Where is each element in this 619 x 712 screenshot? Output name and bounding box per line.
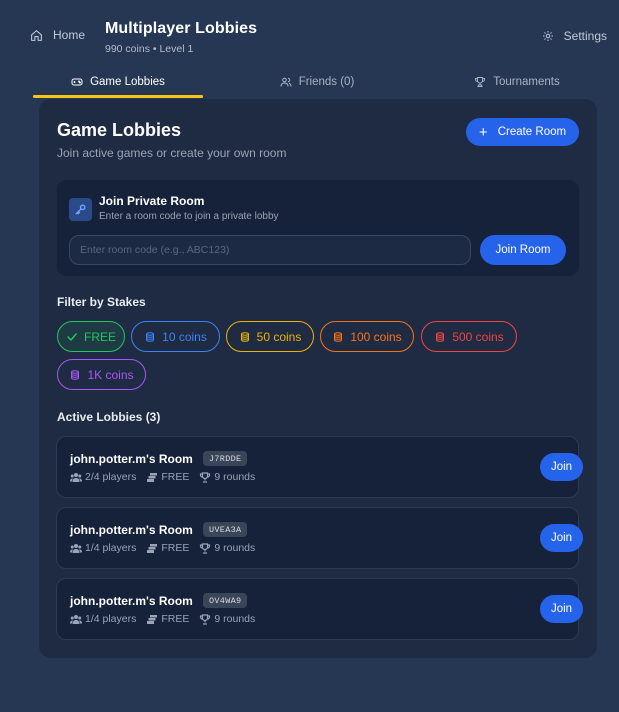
players-count: 1/4 players	[70, 613, 136, 625]
room-code-badge: UVEA3A	[203, 522, 248, 537]
rounds-text: 9 rounds	[214, 542, 256, 554]
chip-label: 10 coins	[162, 329, 207, 344]
players-text: 1/4 players	[85, 542, 137, 554]
private-room-subtitle: Enter a room code to join a private lobb…	[99, 211, 279, 222]
stakes-text: FREE	[161, 542, 190, 554]
lobby-meta: 1/4 players FREE 9 rounds	[70, 613, 265, 625]
settings-button[interactable]: Settings	[542, 29, 607, 43]
stake-filter-10[interactable]: 10 coins	[131, 321, 220, 352]
create-room-label: Create Room	[497, 126, 567, 138]
home-label: Home	[53, 28, 86, 42]
users-icon	[70, 543, 82, 553]
join-lobby-button[interactable]: Join	[540, 453, 583, 481]
users-icon	[280, 77, 292, 87]
tab-label: Game Lobbies	[90, 75, 165, 88]
coins-icon	[146, 331, 155, 342]
plus-icon: +	[478, 123, 488, 141]
settings-label: Settings	[563, 29, 607, 43]
stakes-info: FREE	[146, 542, 189, 554]
create-room-button[interactable]: + Create Room	[466, 118, 579, 146]
coins-icon	[147, 472, 158, 482]
lobby-name: john.potter.m's Room	[70, 523, 193, 537]
players-count: 1/4 players	[70, 542, 136, 554]
chip-label: 50 coins	[256, 329, 302, 344]
top-bar: Home Multiplayer Lobbies 990 coins • Lev…	[0, 0, 619, 64]
lobby-meta: 2/4 players FREE 9 rounds	[70, 471, 265, 483]
coins-icon	[334, 331, 343, 342]
active-tab-indicator	[33, 95, 203, 98]
coins-icon	[147, 543, 158, 553]
stake-filter-free[interactable]: FREE	[57, 321, 125, 352]
lobby-row: john.potter.m's Room UVEA3A 1/4 players …	[56, 507, 583, 569]
join-private-room-panel: Join Private Room Enter a room code to j…	[57, 180, 579, 276]
coins-icon	[71, 369, 80, 380]
tab-label: Friends (0)	[298, 75, 355, 88]
rounds-info: 9 rounds	[199, 542, 255, 554]
stakes-info: FREE	[146, 613, 189, 625]
stake-filter-500[interactable]: 500 coins	[421, 321, 517, 352]
rounds-text: 9 rounds	[214, 471, 256, 483]
players-count: 2/4 players	[70, 471, 136, 483]
tab-label: Tournaments	[493, 75, 560, 88]
gear-icon	[542, 31, 553, 41]
coins-icon	[147, 614, 158, 624]
lobby-row: john.potter.m's Room J7RDDE 2/4 players …	[56, 436, 583, 498]
chip-label: 100 coins	[350, 329, 402, 344]
tab-tournaments[interactable]: Tournaments	[432, 64, 602, 99]
active-lobbies-label: Active Lobbies (3)	[57, 410, 161, 424]
stakes-text: FREE	[161, 613, 190, 625]
title-block: Multiplayer Lobbies 990 coins • Level 1	[105, 20, 257, 55]
card-title: Game Lobbies	[57, 120, 182, 140]
stake-filter-100[interactable]: 100 coins	[320, 321, 414, 352]
card-subtitle: Join active games or create your own roo…	[57, 146, 287, 160]
private-room-title: Join Private Room	[99, 194, 205, 208]
trophy-icon	[475, 76, 486, 87]
trophy-icon	[200, 471, 211, 483]
users-icon	[70, 614, 82, 624]
join-room-button[interactable]: Join Room	[480, 235, 566, 265]
gamepad-icon	[71, 78, 83, 85]
room-code-badge: J7RDDE	[203, 451, 248, 466]
tab-friends[interactable]: Friends (0)	[232, 64, 402, 99]
coins-icon	[436, 331, 445, 342]
tab-game-lobbies[interactable]: Game Lobbies	[33, 64, 203, 99]
players-text: 1/4 players	[85, 613, 137, 625]
stakes-text: FREE	[161, 471, 190, 483]
home-icon	[31, 29, 42, 41]
chip-label: 500 coins	[452, 329, 504, 344]
users-icon	[70, 472, 82, 482]
filter-label: Filter by Stakes	[57, 295, 146, 309]
coins-icon	[240, 331, 249, 342]
rounds-info: 9 rounds	[199, 613, 255, 625]
rounds-text: 9 rounds	[214, 613, 256, 625]
stakes-info: FREE	[146, 471, 189, 483]
join-lobby-button[interactable]: Join	[540, 524, 583, 552]
lobby-name: john.potter.m's Room	[70, 594, 193, 608]
lobby-meta: 1/4 players FREE 9 rounds	[70, 542, 265, 554]
trophy-icon	[200, 613, 211, 625]
chip-label: 1K coins	[87, 367, 134, 382]
lobby-row: john.potter.m's Room OV4WA9 1/4 players …	[56, 578, 583, 640]
check-icon	[67, 332, 77, 341]
key-icon	[69, 198, 92, 221]
stake-filter-50[interactable]: 50 coins	[226, 321, 314, 352]
trophy-icon	[200, 542, 211, 554]
rounds-info: 9 rounds	[199, 471, 255, 483]
players-text: 2/4 players	[85, 471, 137, 483]
coins-level-status: 990 coins • Level 1	[105, 43, 194, 55]
game-lobbies-card: Game Lobbies Join active games or create…	[39, 99, 597, 658]
home-link[interactable]: Home	[30, 28, 85, 42]
room-code-input[interactable]	[69, 235, 471, 265]
lobby-name: john.potter.m's Room	[70, 452, 193, 466]
chip-label: FREE	[83, 329, 116, 344]
stake-filter-1k[interactable]: 1K coins	[57, 359, 146, 390]
join-lobby-button[interactable]: Join	[540, 595, 583, 623]
room-code-badge: OV4WA9	[203, 593, 248, 608]
page-title: Multiplayer Lobbies	[105, 20, 258, 37]
